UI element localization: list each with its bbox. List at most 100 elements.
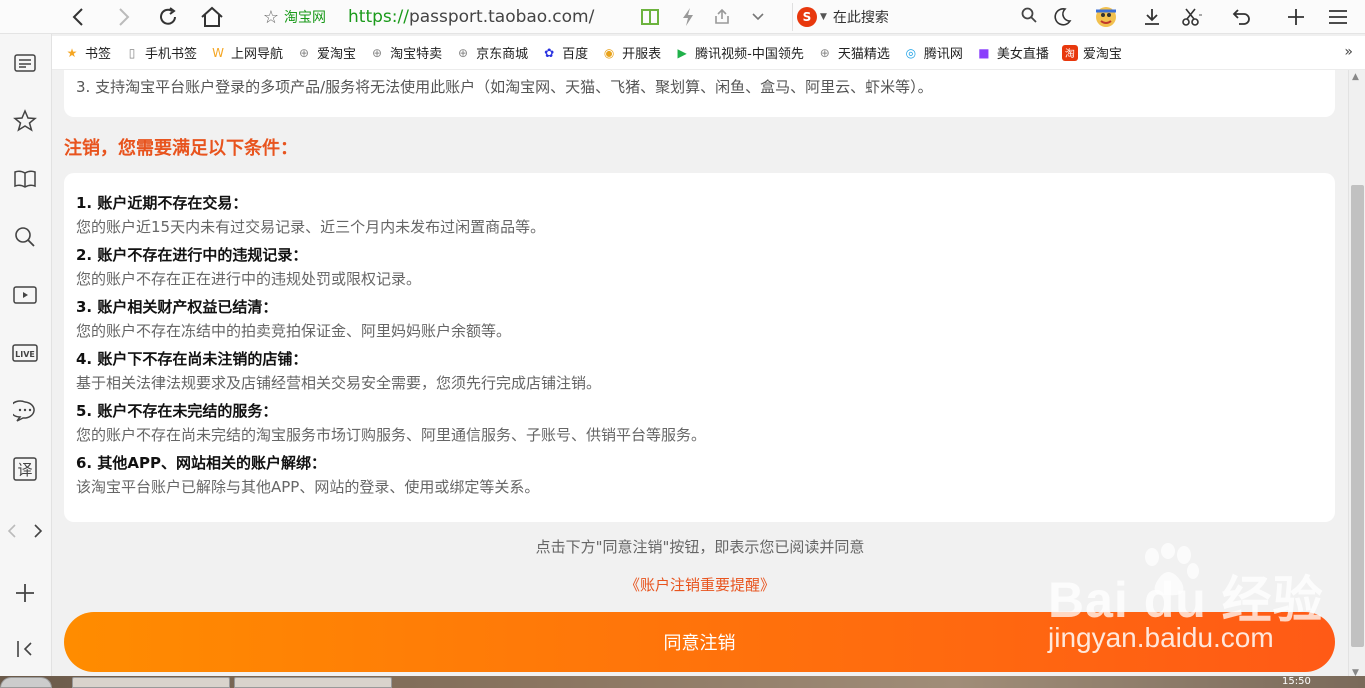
- bookmark-item[interactable]: ■ 美女直播: [976, 43, 1049, 63]
- bookmark-label: 手机书签: [145, 47, 198, 62]
- bookmark-label: 爱淘宝: [317, 47, 357, 62]
- condition-item: 2. 账户不存在进行中的违规记录： 您的账户不存在正在进行中的违规处罚或限权记录…: [76, 243, 1323, 291]
- os-taskbar: 15:50: [0, 676, 1365, 688]
- condition-title: 4. 账户下不存在尚未注销的店铺：: [76, 350, 308, 368]
- favorite-star-icon[interactable]: ☆: [258, 7, 284, 28]
- video-icon: ■: [978, 45, 990, 60]
- bookmark-label: 书签: [85, 47, 112, 62]
- bookmarks-overflow-icon[interactable]: »: [1344, 44, 1353, 60]
- download-icon[interactable]: [1138, 3, 1166, 31]
- condition-item: 1. 账户近期不存在交易： 您的账户近15天内未有过交易记录、近三个月内未发布过…: [76, 191, 1323, 239]
- new-tab-plus-icon[interactable]: [1282, 3, 1310, 31]
- search-engine-logo-icon[interactable]: S: [797, 7, 817, 27]
- sidebar-search-icon[interactable]: [10, 222, 40, 252]
- bookmark-label: 腾讯网: [923, 47, 963, 62]
- bookmark-item[interactable]: ★ 书签: [64, 43, 112, 63]
- reader-mode-icon[interactable]: [636, 3, 664, 31]
- w-logo-icon: W: [212, 45, 224, 60]
- condition-item: 3. 账户相关财产权益已结清： 您的账户不存在冻结中的拍卖竞拍保证金、阿里妈妈账…: [76, 295, 1323, 343]
- bookmark-label: 上网导航: [231, 47, 284, 62]
- bookmark-label: 爱淘宝: [1082, 47, 1122, 62]
- condition-desc: 您的账户不存在正在进行中的违规处罚或限权记录。: [76, 270, 422, 288]
- search-engine-dropdown-icon[interactable]: ▼: [820, 12, 827, 22]
- bookmark-item[interactable]: W 上网导航: [210, 43, 284, 63]
- menu-icon[interactable]: [1324, 3, 1352, 31]
- condition-title: 1. 账户近期不存在交易：: [76, 194, 248, 212]
- browser-toolbar: ☆ 淘宝网 https://passport.taobao.com/ S ▼ 在…: [0, 0, 1365, 34]
- game-icon: ◉: [603, 45, 615, 60]
- bookmark-label: 淘宝特卖: [390, 47, 443, 62]
- qq-icon: ◎: [905, 45, 917, 60]
- taskbar-window-second[interactable]: [234, 677, 392, 688]
- bookmark-item[interactable]: ⊕ 京东商城: [455, 43, 528, 63]
- chevron-down-icon[interactable]: [744, 3, 772, 31]
- globe-icon: ⊕: [299, 45, 310, 60]
- bookmark-item[interactable]: ▶ 腾讯视频-中国领先: [674, 43, 804, 63]
- search-box[interactable]: S ▼ 在此搜索: [792, 3, 1037, 31]
- bookmark-item[interactable]: ⊕ 爱淘宝: [296, 43, 357, 63]
- condition-desc: 该淘宝平台账户已解除与其他APP、网站的登录、使用或绑定等关系。: [76, 478, 540, 496]
- video-icon[interactable]: [10, 280, 40, 310]
- globe-icon: ⊕: [372, 45, 383, 60]
- bookmark-item[interactable]: ✿ 百度: [541, 43, 588, 63]
- search-input[interactable]: 在此搜索: [833, 7, 1021, 27]
- condition-desc: 基于相关法律法规要求及店铺经营相关交易安全需要，您须先行完成店铺注销。: [76, 374, 602, 392]
- section-title: 注销，您需要满足以下条件：: [64, 138, 298, 159]
- lightning-icon[interactable]: [674, 3, 702, 31]
- url-host: passport.taobao.com/: [408, 7, 595, 27]
- translate-icon[interactable]: 译: [10, 454, 40, 484]
- left-sidebar: LIVE 译: [0, 34, 52, 688]
- live-icon[interactable]: LIVE: [10, 338, 40, 368]
- condition-desc: 您的账户不存在冻结中的拍卖竞拍保证金、阿里妈妈账户余额等。: [76, 322, 512, 340]
- favorites-star-icon[interactable]: [10, 106, 40, 136]
- condition-title: 6. 其他APP、网站相关的账户解绑：: [76, 454, 326, 472]
- share-icon[interactable]: [708, 3, 736, 31]
- url-prefix: https://: [348, 7, 409, 27]
- book-icon[interactable]: [10, 164, 40, 194]
- condition-desc: 您的账户近15天内未有过交易记录、近三个月内未发布过闲置商品等。: [76, 218, 546, 236]
- search-icon[interactable]: [1021, 7, 1037, 27]
- globe-icon: ⊕: [819, 45, 830, 60]
- chevron-left-icon[interactable]: [0, 516, 24, 546]
- bookmark-item[interactable]: 淘爱淘宝: [1061, 43, 1122, 62]
- condition-item: 6. 其他APP、网站相关的账户解绑： 该淘宝平台账户已解除与其他APP、网站的…: [76, 451, 1323, 499]
- bookmark-item[interactable]: ◉ 开服表: [601, 43, 662, 63]
- site-name: 淘宝网: [284, 10, 326, 26]
- globe-icon: ⊕: [458, 45, 469, 60]
- page-scrollbar[interactable]: ▲ ▼: [1348, 70, 1365, 682]
- scroll-up-icon[interactable]: ▲: [1352, 72, 1359, 82]
- refresh-icon[interactable]: [154, 3, 182, 31]
- bookmark-item[interactable]: ⊕ 天猫精选: [817, 43, 890, 63]
- phone-icon: ▯: [128, 45, 136, 60]
- svg-text:LIVE: LIVE: [15, 350, 35, 359]
- scrollbar-thumb[interactable]: [1351, 185, 1364, 647]
- home-icon[interactable]: [198, 3, 226, 31]
- forward-icon[interactable]: [110, 3, 138, 31]
- taskbar-window-browser[interactable]: [72, 677, 230, 688]
- chevron-right-icon[interactable]: [26, 516, 50, 546]
- bookmark-item[interactable]: ◎ 腾讯网: [903, 43, 963, 63]
- back-icon[interactable]: [64, 3, 92, 31]
- scissors-icon[interactable]: [1178, 3, 1206, 31]
- avatar-icon[interactable]: [1092, 3, 1120, 31]
- start-button[interactable]: [0, 677, 52, 688]
- undo-icon[interactable]: [1228, 3, 1256, 31]
- bookmark-item[interactable]: ⊕ 淘宝特卖: [369, 43, 443, 63]
- star-icon: ★: [66, 45, 78, 60]
- bookmark-item[interactable]: ▯ 手机书签: [124, 43, 198, 63]
- baidu-paw-icon: ✿: [544, 45, 555, 60]
- clock-time: 15:50: [1282, 676, 1311, 687]
- chat-icon[interactable]: [10, 396, 40, 426]
- bookmark-label: 腾讯视频-中国领先: [695, 47, 804, 62]
- bookmark-label: 美女直播: [996, 47, 1049, 62]
- news-icon[interactable]: [10, 48, 40, 78]
- bookmark-label: 开服表: [622, 47, 662, 62]
- add-icon[interactable]: [10, 578, 40, 608]
- svg-text:译: 译: [17, 461, 32, 479]
- top-notice-text: 3. 支持淘宝平台账户登录的多项产品/服务将无法使用此账户（如淘宝网、天猫、飞猪…: [76, 78, 933, 96]
- collapse-sidebar-icon[interactable]: [10, 634, 40, 664]
- bookmark-label: 天猫精选: [837, 47, 890, 62]
- url-text[interactable]: https://passport.taobao.com/: [348, 7, 594, 27]
- condition-item: 4. 账户下不存在尚未注销的店铺： 基于相关法律法规要求及店铺经营相关交易安全需…: [76, 347, 1323, 395]
- night-mode-icon[interactable]: [1048, 3, 1076, 31]
